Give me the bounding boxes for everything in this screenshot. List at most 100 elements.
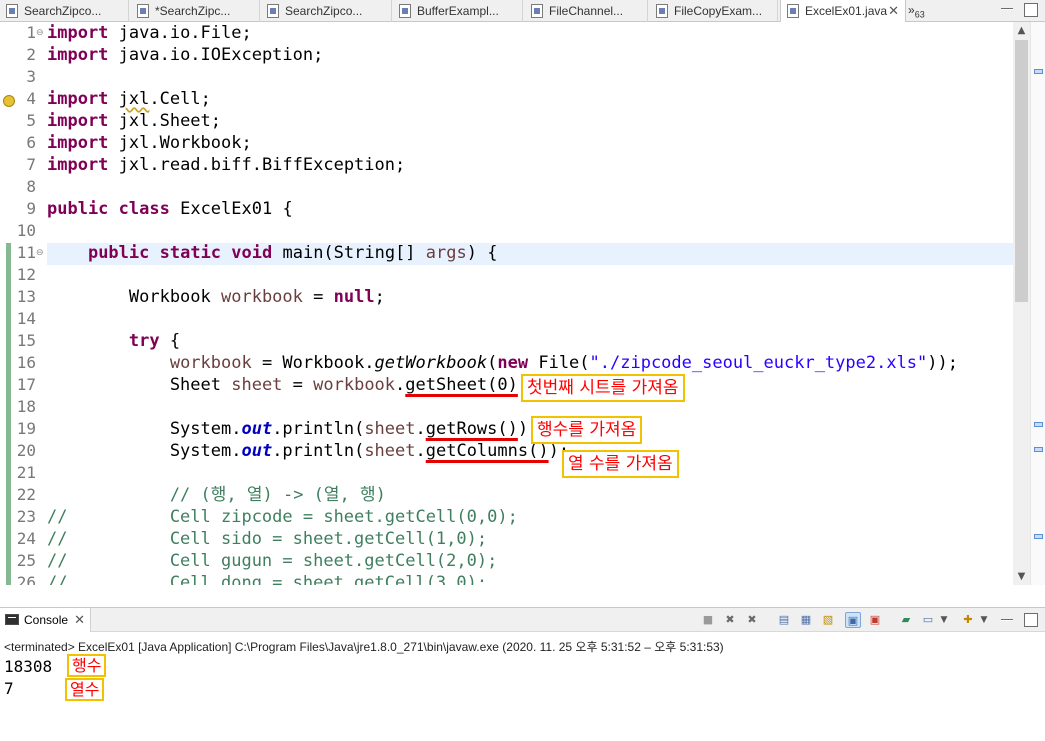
console-tab-label: Console <box>24 613 69 627</box>
scroll-lock-icon[interactable]: ▦ <box>798 612 814 628</box>
code-line: import java.io.File; <box>47 22 252 44</box>
code-line: System.out.println(sheet.getColumns()); <box>47 440 569 462</box>
code-text: java.io.File; <box>108 23 252 43</box>
overview-marker[interactable] <box>1034 447 1043 452</box>
java-file-icon <box>656 4 668 18</box>
code-comment: // Cell gugun = sheet.getCell(2,0); <box>47 551 498 571</box>
static-field: out <box>241 419 273 439</box>
line-number: 19 <box>16 419 36 438</box>
console-view[interactable]: Console ✕ ■ ✖ ✖ ▤ ▦ ▧ ▣ ▣ ▰ ▭ ▼ ✚ ▼ <ter… <box>0 607 1045 741</box>
pin-console-icon[interactable]: ▰ <box>898 612 914 628</box>
line-number: 26 <box>16 573 36 585</box>
line-number: 18 <box>16 397 36 416</box>
warning-squiggle: jxl <box>118 89 150 109</box>
code-text: jxl.Workbook; <box>108 133 252 153</box>
overview-marker[interactable] <box>1034 69 1043 74</box>
display-console-icon[interactable]: ▭ <box>920 612 936 628</box>
tab-label: SearchZipco... <box>285 4 363 18</box>
keyword: import <box>47 111 109 131</box>
code-editor[interactable]: ⊖ ⊖ 1 2 3 4 5 6 7 8 9 10 11 12 13 14 15 … <box>0 22 1045 585</box>
code-text: main(String[] <box>272 243 426 263</box>
tab-console[interactable]: Console ✕ <box>0 608 92 632</box>
overview-marker[interactable] <box>1034 534 1043 539</box>
code-line: import jxl.Workbook; <box>47 132 252 154</box>
scroll-up-icon[interactable]: ▲ <box>1013 22 1030 39</box>
editor-tab[interactable]: FileCopyExam... <box>650 0 778 22</box>
annotation-rows: 행수를 가져옴 <box>531 416 643 444</box>
underlined-call: getRows() <box>425 419 518 439</box>
terminate-icon[interactable]: ■ <box>700 612 716 628</box>
variable: args <box>425 243 467 263</box>
line-number: 14 <box>16 309 36 328</box>
keyword: new <box>497 353 529 373</box>
java-file-icon <box>787 4 799 18</box>
line-number: 15 <box>16 331 36 350</box>
line-number: 5 <box>26 111 36 130</box>
keyword: null <box>333 287 375 307</box>
fold-icon[interactable]: ⊖ <box>36 28 44 38</box>
code-text: Workbook <box>47 287 221 307</box>
maximize-icon[interactable] <box>1024 613 1038 627</box>
close-icon[interactable]: ✕ <box>888 0 899 22</box>
keyword: import <box>47 45 109 65</box>
open-console-icon[interactable]: ✚ <box>960 612 976 628</box>
chevron-down-icon[interactable]: ▼ <box>976 612 992 628</box>
remove-launch-icon[interactable]: ✖ <box>722 612 738 628</box>
editor-tab[interactable]: SearchZipco... <box>0 0 129 22</box>
keyword: try <box>128 331 160 351</box>
java-file-icon <box>531 4 543 18</box>
editor-tab[interactable]: SearchZipco... <box>261 0 392 22</box>
overflow-count: 63 <box>914 9 925 20</box>
code-text: ) { <box>466 243 498 263</box>
remove-all-launches-icon[interactable]: ✖ <box>744 612 760 628</box>
line-number: 16 <box>16 353 36 372</box>
code-text: System. <box>47 441 242 461</box>
minimize-icon[interactable] <box>1001 619 1013 621</box>
editor-tab-active[interactable]: ExcelEx01.java ✕ <box>780 0 906 23</box>
vertical-scrollbar[interactable]: ▲ ▼ <box>1013 22 1030 585</box>
editor-tab[interactable]: FileChannel... <box>525 0 648 22</box>
overview-marker[interactable] <box>1034 422 1043 427</box>
word-wrap-icon[interactable]: ▧ <box>820 612 836 628</box>
annotation-column-count: 열수 <box>65 678 105 701</box>
fold-icon[interactable]: ⊖ <box>36 248 44 258</box>
maximize-icon[interactable] <box>1024 3 1038 17</box>
line-number: 4 <box>26 89 36 108</box>
minimize-icon[interactable] <box>1001 8 1013 10</box>
code-line: public static void main(String[] args) { <box>47 242 498 264</box>
tab-overflow-button[interactable]: »63 <box>908 0 925 22</box>
line-number: 23 <box>16 507 36 526</box>
line-number: 17 <box>16 375 36 394</box>
chevron-down-icon[interactable]: ▼ <box>936 612 952 628</box>
tab-label: *SearchZipc... <box>155 4 231 18</box>
line-number: 25 <box>16 551 36 570</box>
keyword: class <box>118 199 170 219</box>
code-text: ; <box>374 287 385 307</box>
scroll-down-icon[interactable]: ▼ <box>1013 568 1030 585</box>
line-number: 13 <box>16 287 36 306</box>
keyword: public <box>47 199 109 219</box>
show-on-error-icon[interactable]: ▣ <box>867 612 883 628</box>
line-number: 8 <box>26 177 36 196</box>
editor-tab[interactable]: BufferExampl... <box>393 0 523 22</box>
close-icon[interactable]: ✕ <box>74 608 85 632</box>
code-text: ( <box>487 353 498 373</box>
overview-ruler[interactable] <box>1030 22 1045 585</box>
clear-console-icon[interactable]: ▤ <box>776 612 792 628</box>
console-icon <box>5 614 19 625</box>
line-number: 20 <box>16 441 36 460</box>
editor-tab[interactable]: *SearchZipc... <box>131 0 260 22</box>
code-line: import jxl.read.biff.BiffException; <box>47 154 405 176</box>
show-on-output-icon[interactable]: ▣ <box>845 612 861 628</box>
tab-label: FileChannel... <box>549 4 624 18</box>
line-number: 3 <box>26 67 36 86</box>
scrollbar-thumb[interactable] <box>1015 40 1028 302</box>
code-line: Workbook workbook = null; <box>47 286 385 308</box>
variable: workbook <box>169 353 252 373</box>
code-comment: // (행, 열) -> (열, 행) <box>47 485 386 505</box>
variable: workbook <box>221 287 303 307</box>
tab-label: SearchZipco... <box>24 4 102 18</box>
code-text: System. <box>47 419 242 439</box>
